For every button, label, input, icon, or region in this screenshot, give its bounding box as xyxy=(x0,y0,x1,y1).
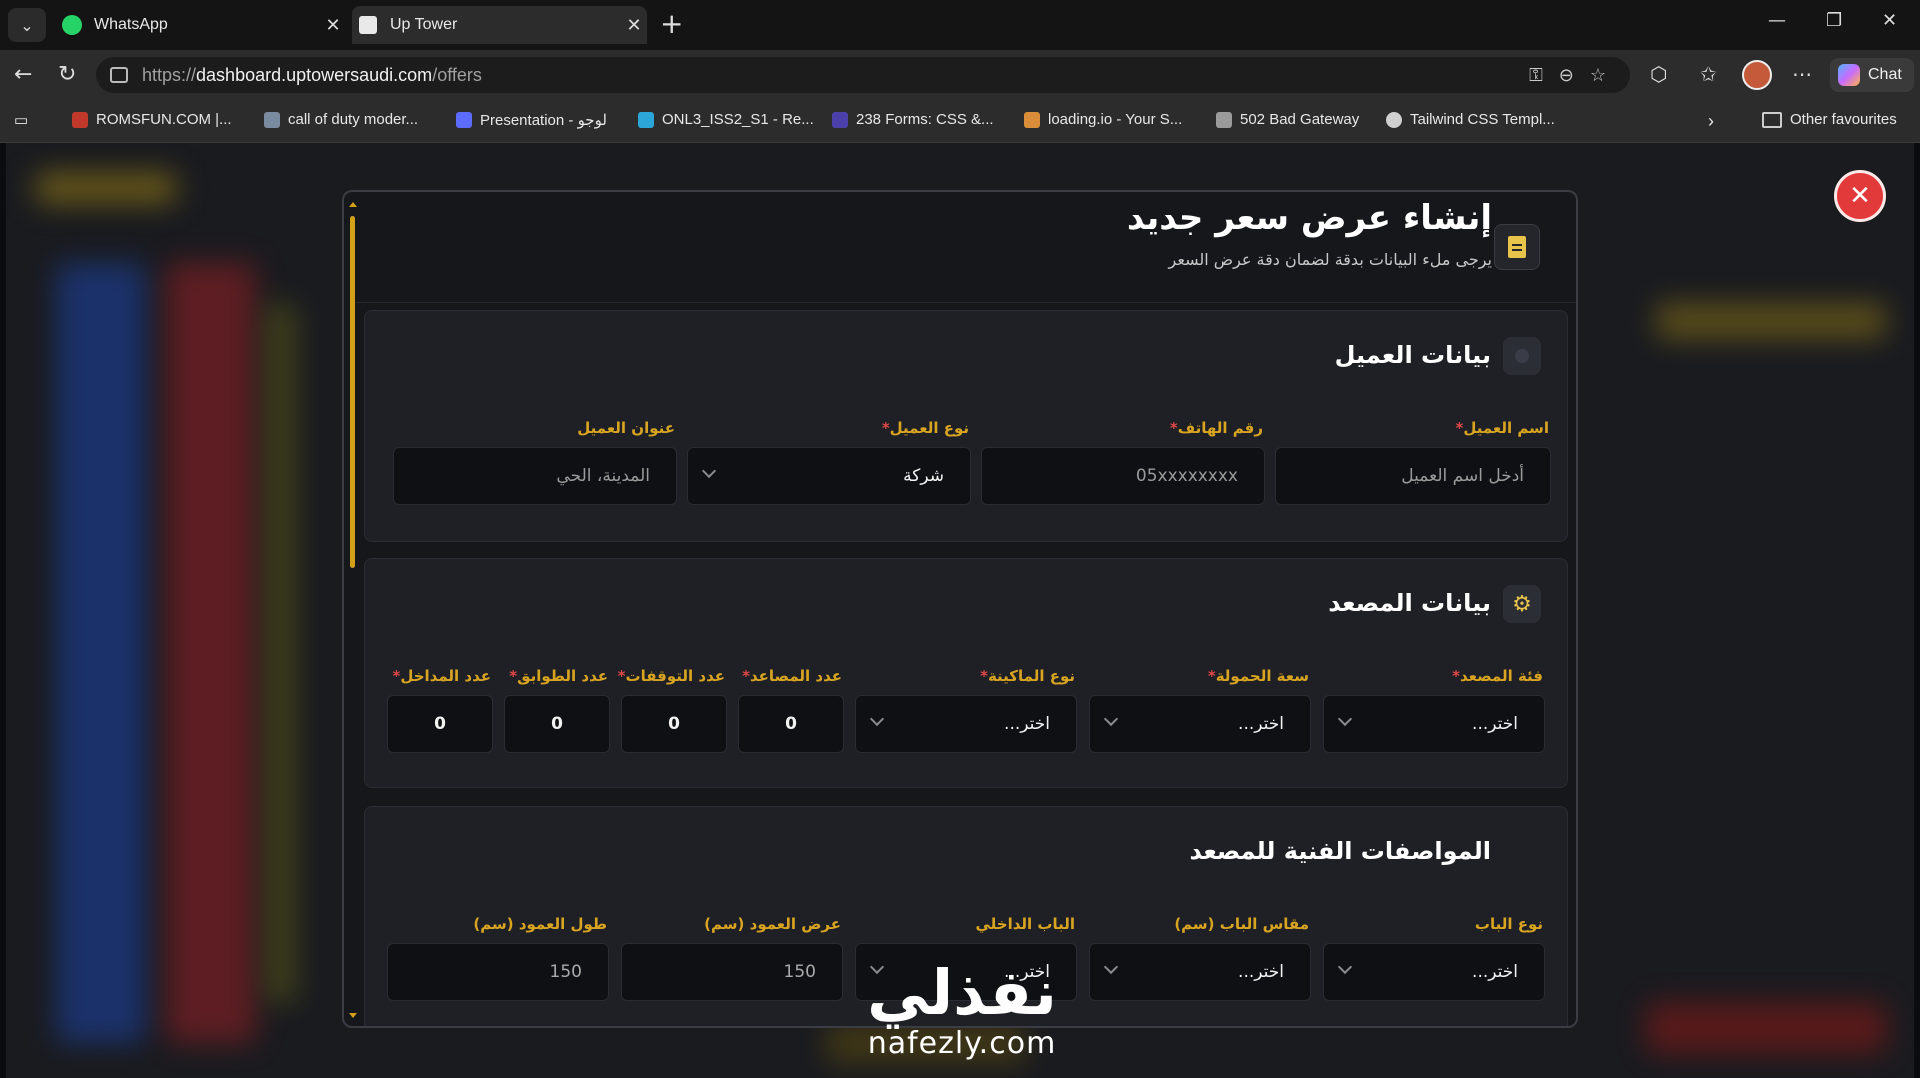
tab-up-tower[interactable]: Up Tower ✕ xyxy=(352,6,647,44)
star-icon[interactable]: ☆ xyxy=(1590,65,1606,86)
user-icon xyxy=(1503,337,1541,375)
tab-title: Up Tower xyxy=(390,16,458,33)
watermark: نفذلي nafezly.com xyxy=(852,960,1072,1062)
document-icon xyxy=(1494,224,1540,270)
folder-icon xyxy=(1762,111,1782,128)
chevron-down-icon xyxy=(701,463,717,479)
elevator-section: ⚙ بيانات المصعد فئة المصعد* اختر... سعة … xyxy=(364,558,1568,788)
close-tab-icon[interactable]: ✕ xyxy=(621,15,647,36)
url-domain: dashboard.uptowersaudi.com xyxy=(196,64,433,85)
chevron-down-icon xyxy=(869,711,885,727)
whatsapp-icon xyxy=(62,15,82,35)
modal-header: إنشاء عرض سعر جديد يرجى ملء البيانات بدق… xyxy=(356,192,1576,303)
chevron-down-icon: ⌄ xyxy=(20,15,34,35)
floors-count-input[interactable]: 0 xyxy=(504,695,610,753)
chat-label: Chat xyxy=(1868,66,1902,83)
bookmark-item[interactable]: 238 Forms: CSS &... xyxy=(832,111,994,128)
load-capacity-select[interactable]: اختر... xyxy=(1089,695,1311,753)
client-type-select[interactable]: شركة xyxy=(687,447,971,505)
modal-title: إنشاء عرض سعر جديد xyxy=(1126,198,1492,238)
zoom-icon[interactable]: ⊖ xyxy=(1559,65,1574,86)
favourites-icon[interactable]: ✩ xyxy=(1700,62,1717,86)
bookmark-item[interactable]: 502 Bad Gateway xyxy=(1216,111,1359,128)
more-icon[interactable]: ⋯ xyxy=(1792,62,1812,86)
close-window-icon[interactable]: ✕ xyxy=(1882,10,1897,31)
tab-title: WhatsApp xyxy=(94,16,168,33)
shaft-length-input[interactable]: 150 xyxy=(387,943,609,1001)
watermark-latin: nafezly.com xyxy=(867,1026,1057,1061)
bookmark-item[interactable]: call of duty moder... xyxy=(264,111,418,128)
bookmarks-bar: ▭ ROMSFUN.COM |... call of duty moder...… xyxy=(0,100,1920,143)
back-icon[interactable]: ← xyxy=(14,62,32,87)
machine-type-select[interactable]: اختر... xyxy=(855,695,1077,753)
chevron-down-icon xyxy=(1103,711,1119,727)
minimize-icon[interactable]: — xyxy=(1768,10,1786,31)
shaft-width-input[interactable]: 150 xyxy=(621,943,843,1001)
bookmark-icon xyxy=(638,111,654,128)
watermark-arabic: نفذلي xyxy=(867,956,1057,1029)
new-tab-button[interactable]: + xyxy=(660,10,683,38)
section-title: بيانات العميل xyxy=(1334,341,1491,369)
chevron-down-icon xyxy=(1337,959,1353,975)
elevators-count-input[interactable]: 0 xyxy=(738,695,844,753)
url-path: /offers xyxy=(432,64,482,85)
bookmark-item[interactable]: ONL3_ISS2_S1 - Re... xyxy=(638,111,814,128)
client-address-input[interactable]: المدينة، الحي xyxy=(393,447,677,505)
bookmark-icon xyxy=(1386,111,1402,128)
reading-list-icon[interactable]: ▭ xyxy=(14,111,28,129)
client-name-input[interactable]: أدخل اسم العميل xyxy=(1275,447,1551,505)
stops-count-input[interactable]: 0 xyxy=(621,695,727,753)
bookmark-icon xyxy=(72,111,88,128)
avatar[interactable] xyxy=(1742,60,1772,90)
lock-icon xyxy=(110,67,128,83)
bookmark-icon xyxy=(456,112,472,128)
key-icon[interactable]: ⚿ xyxy=(1529,65,1543,86)
restore-icon[interactable]: ❐ xyxy=(1826,10,1842,31)
client-section: بيانات العميل اسم العميل* أدخل اسم العمي… xyxy=(364,310,1568,542)
phone-input[interactable]: 05xxxxxxxx xyxy=(981,447,1265,505)
address-toolbar: ← ↻ https://dashboard.uptowersaudi.com/o… xyxy=(0,50,1920,100)
chevron-right-icon[interactable]: › xyxy=(1708,111,1714,132)
up-tower-icon xyxy=(358,15,378,35)
bookmark-icon xyxy=(264,111,280,128)
bookmark-item[interactable]: loading.io - Your S... xyxy=(1024,111,1182,128)
door-type-select[interactable]: اختر... xyxy=(1323,943,1545,1001)
scroll-down-icon[interactable] xyxy=(349,1013,357,1018)
tab-whatsapp[interactable]: WhatsApp ✕ xyxy=(56,6,346,44)
modal-subtitle: يرجى ملء البيانات بدقة لضمان دقة عرض الس… xyxy=(1168,250,1492,269)
entrances-count-input[interactable]: 0 xyxy=(387,695,493,753)
url-protocol: https:// xyxy=(142,64,197,85)
door-size-select[interactable]: اختر... xyxy=(1089,943,1311,1001)
bookmark-icon xyxy=(832,111,848,128)
tab-actions-button[interactable]: ⌄ xyxy=(8,8,46,42)
chevron-down-icon xyxy=(1103,959,1119,975)
tab-bar: ⌄ WhatsApp ✕ Up Tower ✕ + — ❐ ✕ xyxy=(0,0,1920,50)
copilot-chat-button[interactable]: Chat xyxy=(1830,58,1914,92)
close-modal-button[interactable]: ✕ xyxy=(1834,170,1886,222)
modal-scrollbar[interactable] xyxy=(346,198,357,1022)
bookmark-icon xyxy=(1024,111,1040,128)
gear-icon: ⚙ xyxy=(1503,585,1541,623)
extensions-icon[interactable]: ⬡ xyxy=(1650,62,1667,86)
close-icon: ✕ xyxy=(1849,181,1871,211)
bookmark-icon xyxy=(1216,111,1232,128)
other-favourites[interactable]: Other favourites xyxy=(1762,111,1897,128)
refresh-icon[interactable]: ↻ xyxy=(58,62,76,87)
copilot-icon xyxy=(1838,64,1860,86)
section-title: بيانات المصعد xyxy=(1328,589,1491,617)
elevator-category-select[interactable]: اختر... xyxy=(1323,695,1545,753)
create-quote-modal: إنشاء عرض سعر جديد يرجى ملء البيانات بدق… xyxy=(342,190,1578,1028)
bookmark-item[interactable]: ROMSFUN.COM |... xyxy=(72,111,232,128)
chevron-down-icon xyxy=(1337,711,1353,727)
scrollbar-thumb[interactable] xyxy=(350,216,355,568)
section-title: المواصفات الفنية للمصعد xyxy=(1189,837,1491,865)
bookmark-item[interactable]: Tailwind CSS Templ... xyxy=(1386,111,1555,128)
close-tab-icon[interactable]: ✕ xyxy=(320,15,346,36)
bookmark-item[interactable]: Presentation - لوجو xyxy=(456,111,607,129)
address-input[interactable]: https://dashboard.uptowersaudi.com/offer… xyxy=(96,57,1630,93)
